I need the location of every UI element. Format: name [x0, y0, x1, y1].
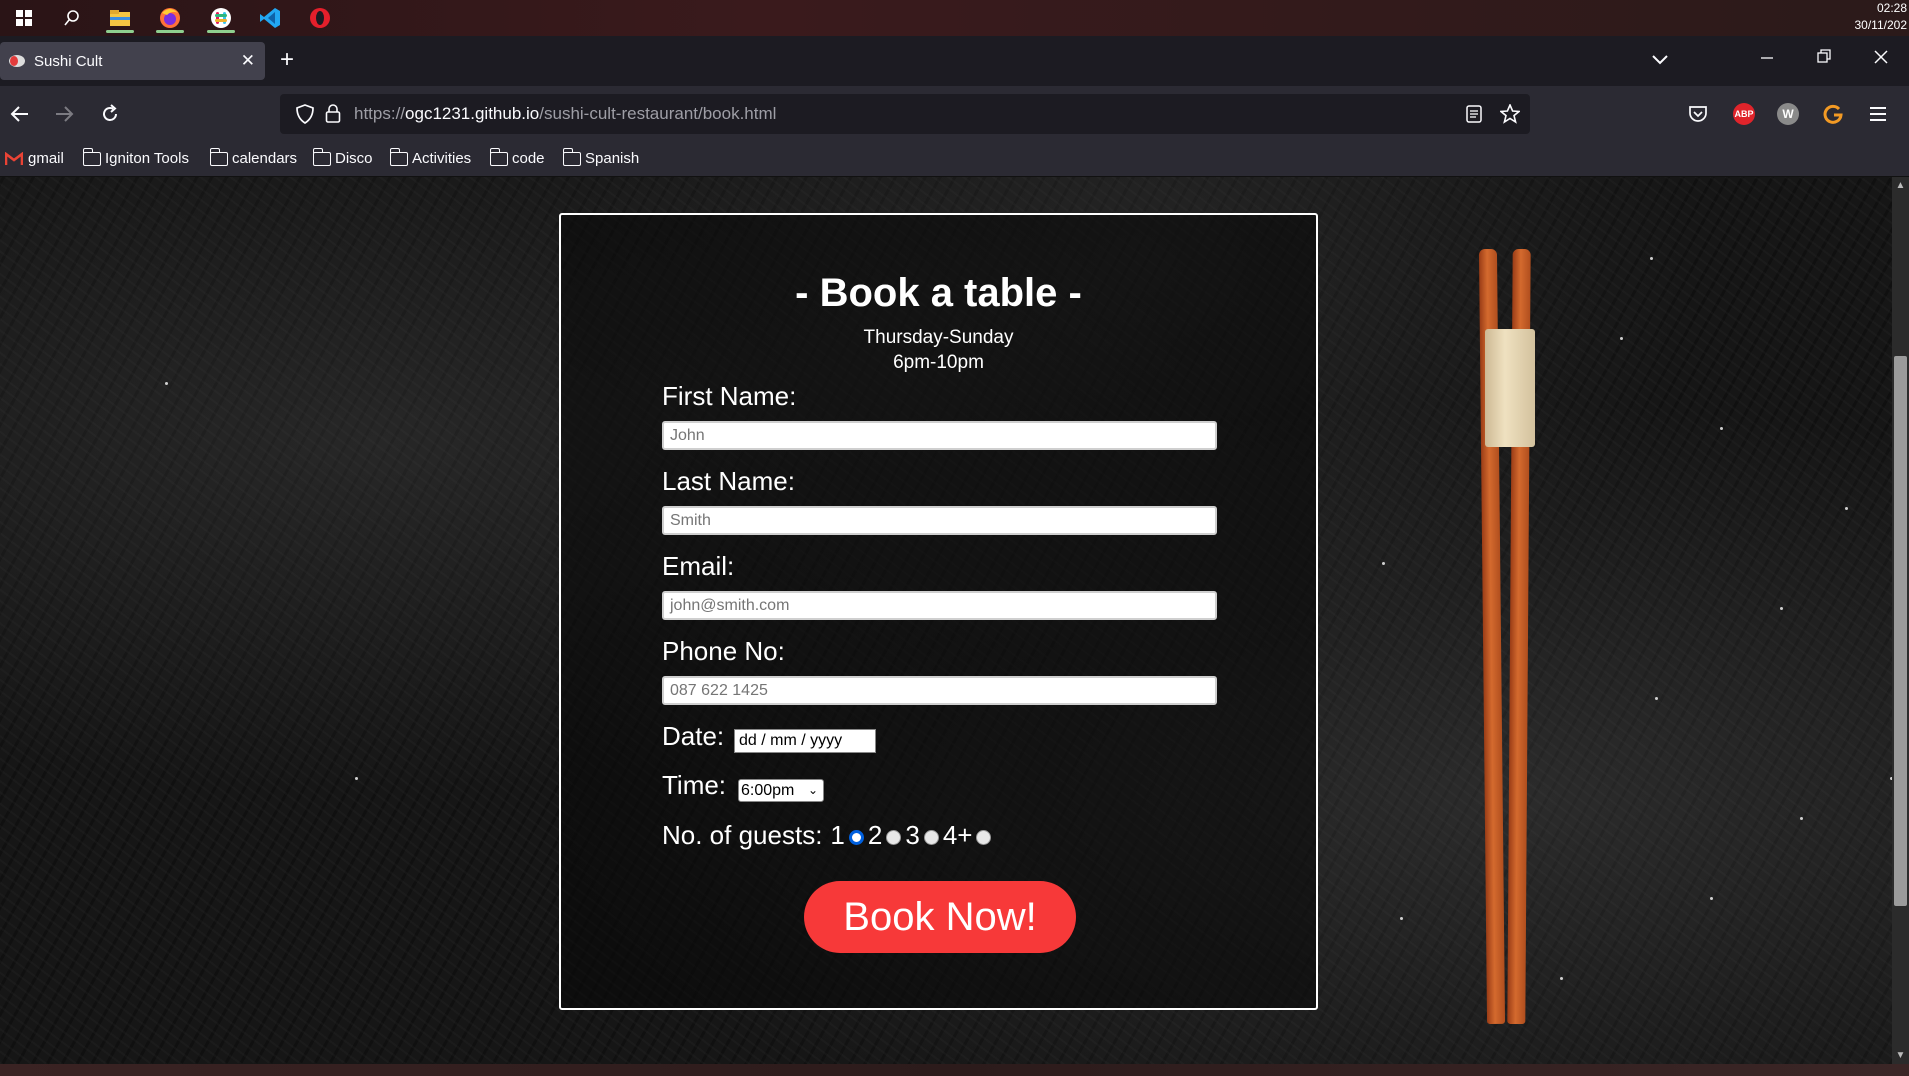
back-arrow-icon[interactable] [4, 98, 36, 130]
sushi-favicon-icon [9, 55, 25, 67]
date-label: Date: [662, 721, 725, 751]
bookmark-label: code [512, 150, 545, 167]
bookmark-label: calendars [232, 150, 298, 167]
guest-option-label-1: 1 [830, 820, 845, 850]
close-tab-icon[interactable]: ✕ [241, 51, 255, 71]
bookmark-disco[interactable]: Disco [312, 147, 373, 167]
phone-input[interactable]: 087 622 1425 [662, 676, 1217, 705]
bookmark-code[interactable]: code [489, 147, 545, 167]
guest-radio-3[interactable] [923, 830, 939, 845]
guests-label: No. of guests: [662, 820, 823, 850]
clock-time: 02:28 [1876, 1, 1907, 15]
minimize-icon[interactable] [1760, 46, 1774, 71]
bookmark-label: gmail [28, 150, 64, 167]
opening-days: Thursday-Sunday [863, 327, 1014, 348]
guest-radio-2[interactable] [886, 830, 902, 845]
windows-start-icon[interactable] [4, 3, 44, 33]
close-window-icon[interactable] [1873, 46, 1889, 71]
tab-title: Sushi Cult [34, 52, 103, 70]
reload-icon[interactable] [94, 98, 126, 130]
restore-icon[interactable] [1817, 46, 1831, 71]
time-select-value: 6:00pm [741, 782, 795, 799]
w-extension-icon[interactable]: W [1777, 103, 1799, 125]
reader-view-icon[interactable] [1466, 105, 1482, 123]
pocket-icon[interactable] [1688, 104, 1708, 124]
phone-label: Phone No: [662, 636, 785, 666]
time-select[interactable]: 6:00pm ⌄ [738, 779, 824, 802]
book-now-button[interactable]: Book Now! [804, 881, 1076, 953]
bookmark-label: Disco [335, 150, 373, 167]
folder-icon [489, 147, 508, 166]
chevron-down-icon: ⌄ [807, 783, 818, 797]
grammarly-icon[interactable] [1822, 103, 1844, 125]
folder-icon [389, 147, 408, 166]
search-icon[interactable] [52, 3, 92, 33]
first-name-input[interactable]: John [662, 421, 1217, 450]
url-host: ogc1231.github.io [405, 104, 540, 123]
scroll-up-arrow-icon[interactable]: ▲ [1895, 180, 1906, 191]
firefox-icon[interactable] [150, 3, 190, 33]
time-label: Time: [662, 770, 727, 800]
email-label: Email: [662, 551, 735, 581]
address-bar[interactable]: https://ogc1231.github.io/sushi-cult-res… [280, 94, 1530, 134]
tab-strip: Sushi Cult ✕ + [0, 36, 1909, 86]
lock-icon[interactable] [325, 103, 341, 123]
bookmarks-toolbar: gmail Igniton Tools calendars Disco Acti… [0, 142, 1909, 177]
folder-icon [312, 147, 331, 166]
chopstick-sleeve [1485, 329, 1535, 447]
tab-sushi-cult[interactable]: Sushi Cult ✕ [0, 42, 265, 80]
first-name-label: First Name: [662, 381, 797, 411]
guest-radio-4plus[interactable] [976, 830, 992, 845]
vscode-icon[interactable] [250, 3, 290, 33]
booking-form-card: - Book a table - Thursday-Sunday 6pm-10p… [559, 213, 1318, 1010]
bookmark-label: Igniton Tools [105, 150, 189, 167]
gmail-icon [5, 151, 23, 165]
bookmark-star-icon[interactable] [1500, 104, 1520, 124]
navigation-toolbar: https://ogc1231.github.io/sushi-cult-res… [0, 86, 1909, 142]
last-name-input[interactable]: Smith [662, 506, 1217, 535]
url-path: /sushi-cult-restaurant/book.html [539, 104, 777, 123]
guests-group: No. of guests: 1 2 3 4+ [662, 820, 995, 851]
folder-icon [209, 147, 228, 166]
hamburger-menu-icon[interactable] [1869, 106, 1887, 122]
url-prefix: https:// [354, 104, 406, 123]
windows-taskbar: 02:28 30/11/202 [0, 0, 1909, 36]
guest-option-label-3: 3 [905, 820, 920, 850]
last-name-label: Last Name: [662, 466, 795, 496]
bookmark-label: Spanish [585, 150, 640, 167]
guest-option-label-4plus: 4+ [942, 820, 973, 850]
tracking-shield-icon[interactable] [296, 104, 314, 124]
adblock-label: ABP [1734, 109, 1754, 119]
url-text[interactable]: https://ogc1231.github.io/sushi-cult-res… [354, 104, 776, 124]
bookmark-spanish[interactable]: Spanish [562, 147, 640, 167]
forward-arrow-icon[interactable] [48, 98, 80, 130]
system-clock[interactable]: 02:28 30/11/202 [1855, 0, 1908, 34]
bottom-taskbar-edge [0, 1064, 1909, 1076]
slack-icon[interactable] [201, 3, 241, 33]
page-title: - Book a table - [795, 271, 1082, 315]
new-tab-icon[interactable]: + [280, 46, 294, 74]
guest-option-label-2: 2 [867, 820, 883, 850]
list-all-tabs-icon[interactable] [1652, 52, 1668, 70]
folder-icon [82, 147, 101, 166]
guest-radio-1[interactable] [848, 830, 864, 845]
bookmark-calendars[interactable]: calendars [209, 147, 298, 167]
opening-hours: 6pm-10pm [893, 352, 984, 373]
folder-icon [562, 147, 581, 166]
date-input[interactable]: dd / mm / yyyy [734, 729, 876, 753]
opera-icon[interactable] [300, 3, 340, 33]
bookmark-gmail[interactable]: gmail [5, 150, 64, 167]
w-extension-label: W [1782, 107, 1794, 121]
bookmark-igniton-tools[interactable]: Igniton Tools [82, 147, 189, 167]
scroll-down-arrow-icon[interactable]: ▼ [1895, 1050, 1906, 1061]
scrollbar-thumb[interactable] [1894, 356, 1907, 906]
file-explorer-icon[interactable] [100, 3, 140, 33]
bookmark-label: Activities [412, 150, 472, 167]
adblock-plus-icon[interactable]: ABP [1733, 103, 1755, 125]
bookmark-activities[interactable]: Activities [389, 147, 472, 167]
clock-date: 30/11/202 [1854, 18, 1908, 32]
email-input[interactable]: john@smith.com [662, 591, 1217, 620]
